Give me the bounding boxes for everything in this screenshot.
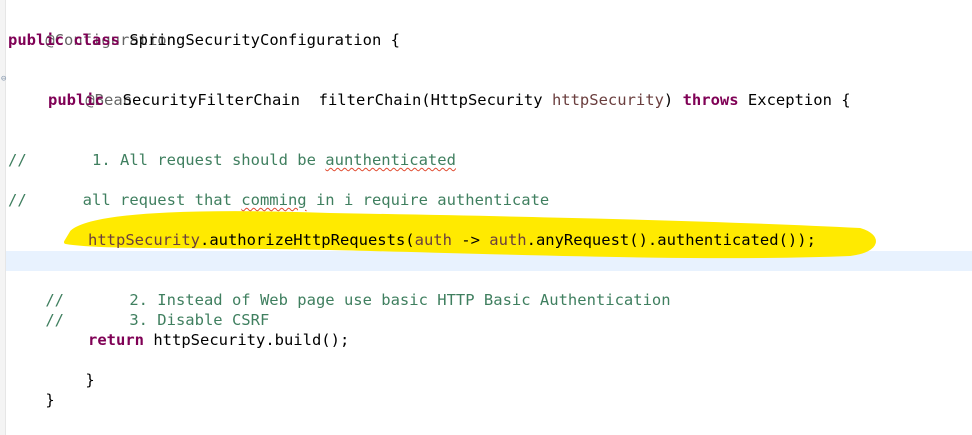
- code-line-7: // 1. All request should be aunthenticat…: [8, 150, 456, 170]
- variable-httpsecurity: httpSecurity: [88, 231, 200, 249]
- method-signature: SecurityFilterChain filterChain(HttpSecu…: [104, 91, 552, 109]
- spelling-error-word[interactable]: comming: [241, 191, 306, 209]
- code-line-9: // all request that comming in i require…: [8, 190, 549, 210]
- code-line-11: httpSecurity.authorizeHttpRequests(auth …: [88, 230, 816, 250]
- code-line-1: @Configuration: [8, 10, 176, 49]
- code-line-5: public SecurityFilterChain filterChain(H…: [48, 90, 851, 110]
- comment-text: // 3. Disable CSRF: [45, 311, 270, 329]
- exception-clause: Exception {: [738, 91, 851, 109]
- code-line-2: public class SpringSecurityConfiguration…: [8, 30, 400, 50]
- spelling-error-word[interactable]: aunthenticated: [325, 151, 456, 169]
- method-chain: .anyRequest().authenticated());: [526, 231, 816, 249]
- signature-close: ): [663, 91, 683, 109]
- code-line-13: // 2. Instead of Web page use basic HTTP…: [8, 270, 670, 309]
- lambda-param-auth: auth: [414, 231, 452, 249]
- keyword-return: return: [88, 331, 144, 349]
- class-declaration: SpringSecurityConfiguration {: [120, 31, 400, 49]
- code-line-14: // 3. Disable CSRF: [8, 290, 269, 329]
- parameter-httpsecurity: httpSecurity: [551, 91, 664, 109]
- closing-brace: }: [45, 391, 55, 409]
- code-line-16: return httpSecurity.build();: [88, 330, 349, 350]
- comment-text: in i require authenticate: [306, 191, 550, 209]
- comment-text: // all request that: [8, 191, 242, 209]
- comment-text: // 1. All request should be: [8, 151, 326, 169]
- lambda-param-auth: auth: [489, 231, 527, 249]
- keyword-public: public: [48, 91, 104, 109]
- code-line-4: @Bean: [48, 70, 132, 109]
- lambda-arrow: ->: [451, 231, 490, 249]
- keyword-public: public: [8, 31, 64, 49]
- keyword-throws: throws: [682, 91, 739, 109]
- method-call: .authorizeHttpRequests(: [199, 231, 415, 249]
- return-expression: httpSecurity.build();: [144, 331, 350, 349]
- code-line-18: }: [8, 370, 54, 409]
- code-editor[interactable]: @Configuration public class SpringSecuri…: [0, 0, 972, 435]
- keyword-class: class: [73, 31, 121, 49]
- code-line-17: }: [48, 350, 94, 389]
- closing-brace: }: [85, 371, 95, 389]
